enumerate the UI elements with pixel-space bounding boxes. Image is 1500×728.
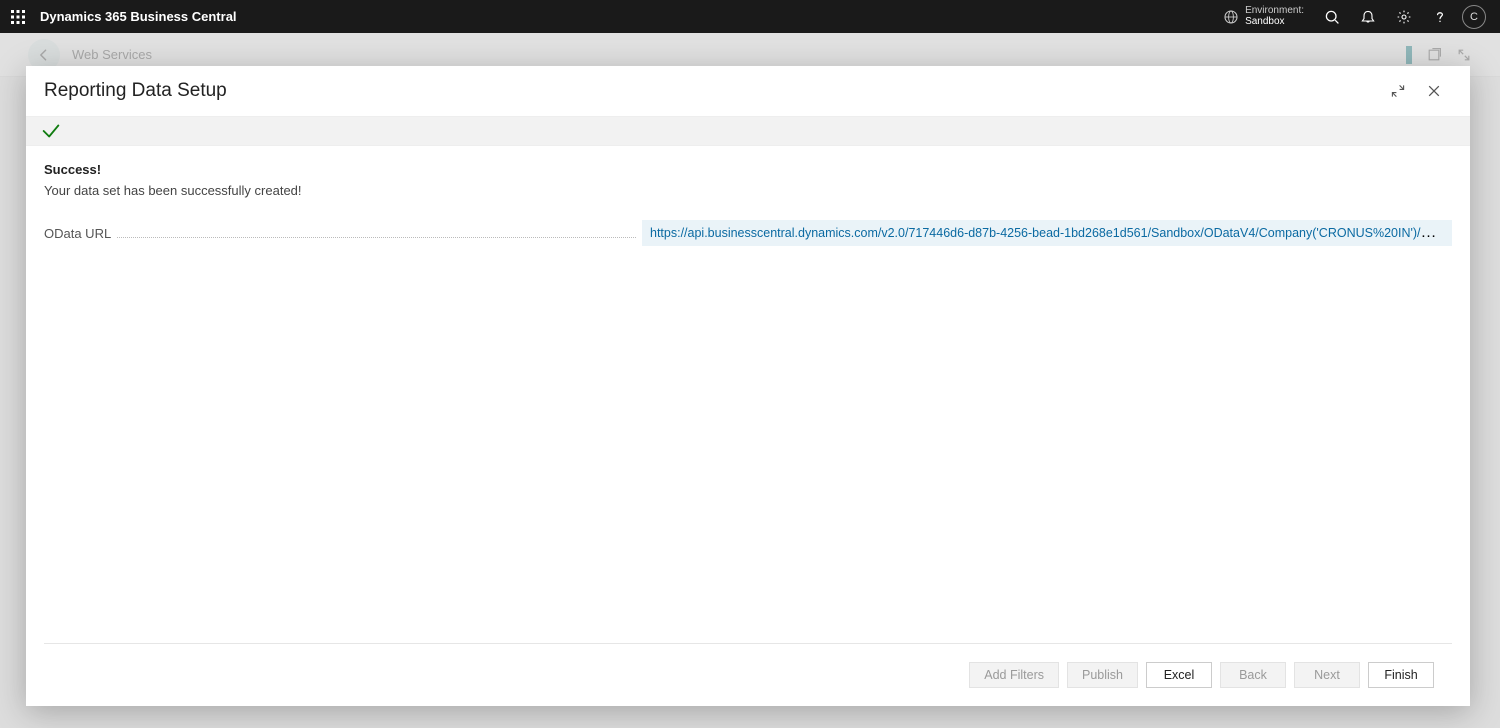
environment-value: Sandbox (1245, 17, 1304, 28)
finish-button[interactable]: Finish (1368, 662, 1434, 688)
modal-header: Reporting Data Setup (26, 66, 1470, 116)
modal-footer: Add Filters Publish Excel Back Next Fini… (44, 643, 1452, 706)
search-button[interactable] (1314, 0, 1350, 33)
app-title: Dynamics 365 Business Central (40, 9, 237, 24)
modal-body: Success! Your data set has been successf… (26, 146, 1470, 643)
reporting-data-setup-modal: Reporting Data Setup Success! Your data … (26, 66, 1470, 706)
odata-url-field: OData URL https://api.businesscentral.dy… (44, 220, 1452, 246)
odata-url-value[interactable]: https://api.businesscentral.dynamics.com… (642, 220, 1452, 246)
app-launcher-icon[interactable] (8, 7, 28, 27)
user-avatar[interactable]: C (1462, 5, 1486, 29)
status-strip (26, 116, 1470, 146)
success-title: Success! (44, 162, 1452, 177)
modal-restore-button[interactable] (1380, 73, 1416, 109)
excel-button[interactable]: Excel (1146, 662, 1212, 688)
top-bar: Dynamics 365 Business Central Environmen… (0, 0, 1500, 33)
bell-icon (1360, 9, 1376, 25)
globe-icon (1223, 9, 1239, 25)
question-icon (1432, 9, 1448, 25)
environment-selector[interactable]: Environment: Sandbox (1213, 6, 1314, 27)
back-wizard-button: Back (1220, 662, 1286, 688)
avatar-letter: C (1470, 11, 1478, 23)
modal-close-button[interactable] (1416, 73, 1452, 109)
gear-icon (1396, 9, 1412, 25)
notifications-button[interactable] (1350, 0, 1386, 33)
checkmark-icon (40, 120, 62, 142)
next-button: Next (1294, 662, 1360, 688)
help-button[interactable] (1422, 0, 1458, 33)
close-icon (1426, 83, 1442, 99)
odata-url-label: OData URL (44, 226, 111, 241)
environment-label: Environment: (1245, 6, 1304, 17)
modal-title: Reporting Data Setup (44, 80, 227, 102)
restore-down-icon (1390, 83, 1406, 99)
publish-button: Publish (1067, 662, 1138, 688)
search-icon (1324, 9, 1340, 25)
success-message: Your data set has been successfully crea… (44, 183, 1452, 198)
field-filler (117, 228, 636, 238)
settings-button[interactable] (1386, 0, 1422, 33)
odata-url-link[interactable]: https://api.businesscentral.dynamics.com… (650, 224, 1452, 241)
add-filters-button: Add Filters (969, 662, 1059, 688)
